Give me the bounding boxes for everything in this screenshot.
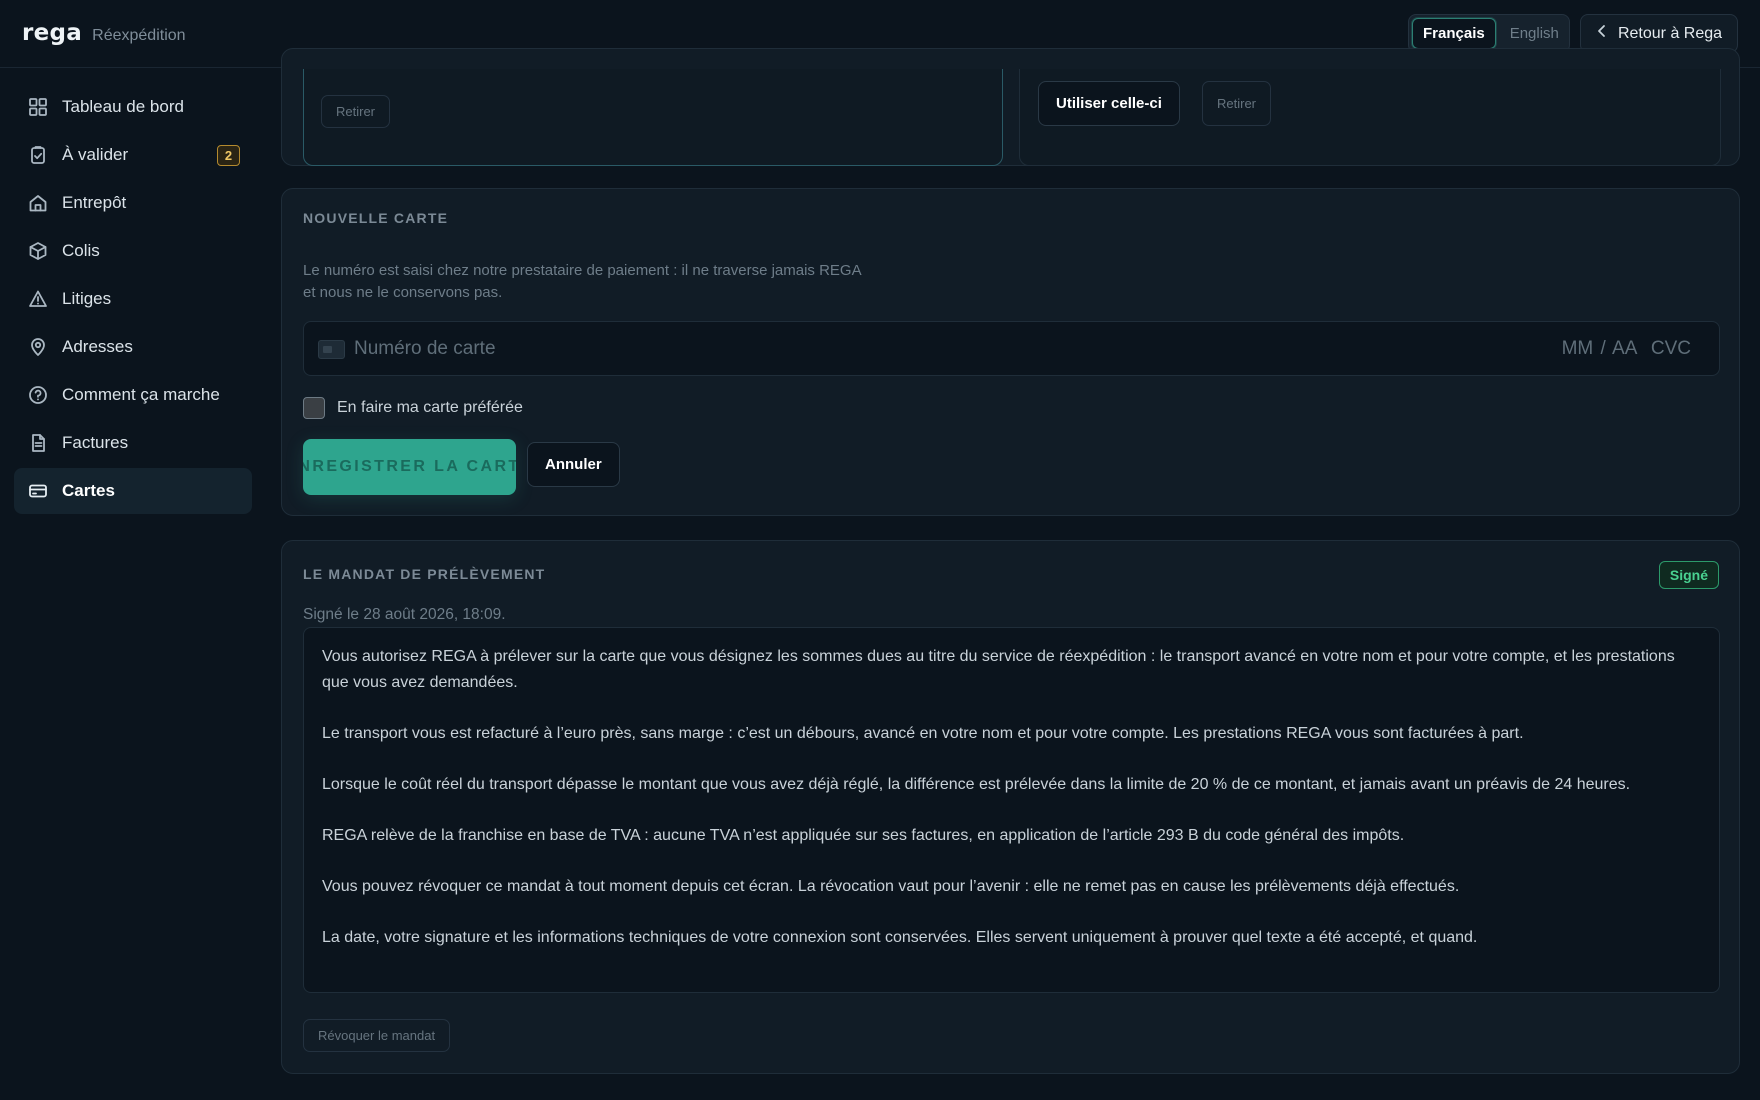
mandate-paragraph: REGA relève de la franchise en base de T… — [322, 827, 1405, 844]
language-english-button[interactable]: English — [1500, 18, 1569, 49]
mandate-paragraph: Le transport vous est refacturé à l’euro… — [322, 725, 1524, 742]
map-pin-icon — [28, 337, 48, 357]
sidebar-item-label: Factures — [62, 433, 129, 452]
new-card-description-line: Le numéro est saisi chez notre prestatai… — [303, 262, 862, 279]
sidebar-item-label: Adresses — [62, 337, 133, 356]
saved-card-secondary: Utiliser celle-ci Retirer — [1019, 69, 1721, 166]
sidebar-item-label: À valider — [62, 145, 129, 164]
saved-cards-panel: Retirer Utiliser celle-ci Retirer — [281, 48, 1740, 166]
saved-card-default: Retirer — [303, 69, 1003, 166]
expiry-cvc-placeholder: MM / AA CVC — [1561, 338, 1691, 359]
brand-logo: rega — [22, 20, 83, 46]
back-to-rega-label: Retour à Rega — [1617, 24, 1723, 42]
default-card-checkbox-row[interactable]: En faire ma carte préférée — [303, 397, 523, 419]
package-icon — [28, 241, 48, 261]
warehouse-icon — [28, 193, 48, 213]
brand-subtitle: Réexpédition — [92, 27, 186, 44]
sidebar-item-how-it-works[interactable]: Comment ça marche — [14, 372, 252, 418]
check-clipboard-icon — [28, 145, 48, 165]
mandate-paragraph: Lorsque le coût réel du transport dépass… — [322, 776, 1631, 793]
sidebar-item-invoices[interactable]: Factures — [14, 420, 252, 466]
sidebar-item-addresses[interactable]: Adresses — [14, 324, 252, 370]
credit-card-icon — [28, 481, 48, 501]
mandate-panel: Le mandat de prélèvement Signé Signé le … — [281, 540, 1740, 1074]
sidebar-item-label: Litiges — [62, 289, 112, 308]
mandate-paragraph: Vous pouvez révoquer ce mandat à tout mo… — [322, 878, 1460, 895]
mandate-paragraph: La date, votre signature et les informat… — [322, 929, 1478, 946]
new-card-panel: Nouvelle carte Le numéro est saisi chez … — [281, 188, 1740, 516]
sidebar-item-label: Cartes — [62, 481, 115, 500]
remove-card-button[interactable]: Retirer — [1202, 81, 1272, 126]
sidebar-item-packages[interactable]: Colis — [14, 228, 252, 274]
default-card-checkbox[interactable] — [303, 397, 325, 419]
main-content: Retirer Utiliser celle-ci Retirer Nouvel… — [280, 48, 1740, 1100]
brand[interactable]: rega Réexpédition — [22, 20, 186, 46]
new-card-description: Le numéro est saisi chez notre prestatai… — [303, 260, 862, 304]
sidebar-item-label: Comment ça marche — [62, 385, 220, 404]
sidebar-item-to-validate[interactable]: À valider 2 — [14, 132, 252, 178]
new-card-title: Nouvelle carte — [303, 210, 449, 226]
sidebar-item-label: Tableau de bord — [62, 97, 184, 116]
sidebar: Tableau de bord À valider 2 Entrepôt Col… — [0, 68, 266, 1100]
dashboard-icon — [28, 97, 48, 117]
language-french-button[interactable]: Français — [1412, 18, 1496, 49]
mandate-text: Vous autorisez REGA à prélever sur la ca… — [303, 627, 1720, 993]
sidebar-item-cards[interactable]: Cartes — [14, 468, 252, 514]
card-number-field[interactable]: Numéro de carte MM / AA CVC — [303, 321, 1720, 376]
card-chip-icon — [318, 340, 345, 359]
invoice-icon — [28, 433, 48, 453]
remove-card-button[interactable]: Retirer — [321, 95, 391, 128]
card-number-placeholder: Numéro de carte — [354, 338, 496, 359]
mandate-paragraph: Vous autorisez REGA à prélever sur la ca… — [322, 648, 1675, 691]
new-card-description-line: et nous ne le conservons pas. — [303, 284, 503, 301]
chevron-left-icon — [1596, 24, 1608, 43]
sidebar-item-warehouse[interactable]: Entrepôt — [14, 180, 252, 226]
mandate-signed-date: Signé le 28 août 2026, 18:09. — [303, 606, 506, 623]
help-circle-icon — [28, 385, 48, 405]
sidebar-item-disputes[interactable]: Litiges — [14, 276, 252, 322]
use-this-card-button[interactable]: Utiliser celle-ci — [1038, 81, 1180, 126]
cancel-button[interactable]: Annuler — [527, 442, 620, 487]
revoke-mandate-button[interactable]: Révoquer le mandat — [303, 1019, 451, 1052]
mandate-title: Le mandat de prélèvement — [303, 566, 546, 582]
warning-icon — [28, 289, 48, 309]
save-card-button[interactable]: Enregistrer la carte — [303, 439, 516, 495]
sidebar-item-label: Entrepôt — [62, 193, 127, 212]
mandate-status-badge: Signé — [1658, 561, 1719, 589]
sidebar-item-label: Colis — [62, 241, 100, 260]
pending-count-badge: 2 — [217, 145, 240, 166]
default-card-label: En faire ma carte préférée — [337, 399, 523, 416]
sidebar-item-dashboard[interactable]: Tableau de bord — [14, 84, 252, 130]
